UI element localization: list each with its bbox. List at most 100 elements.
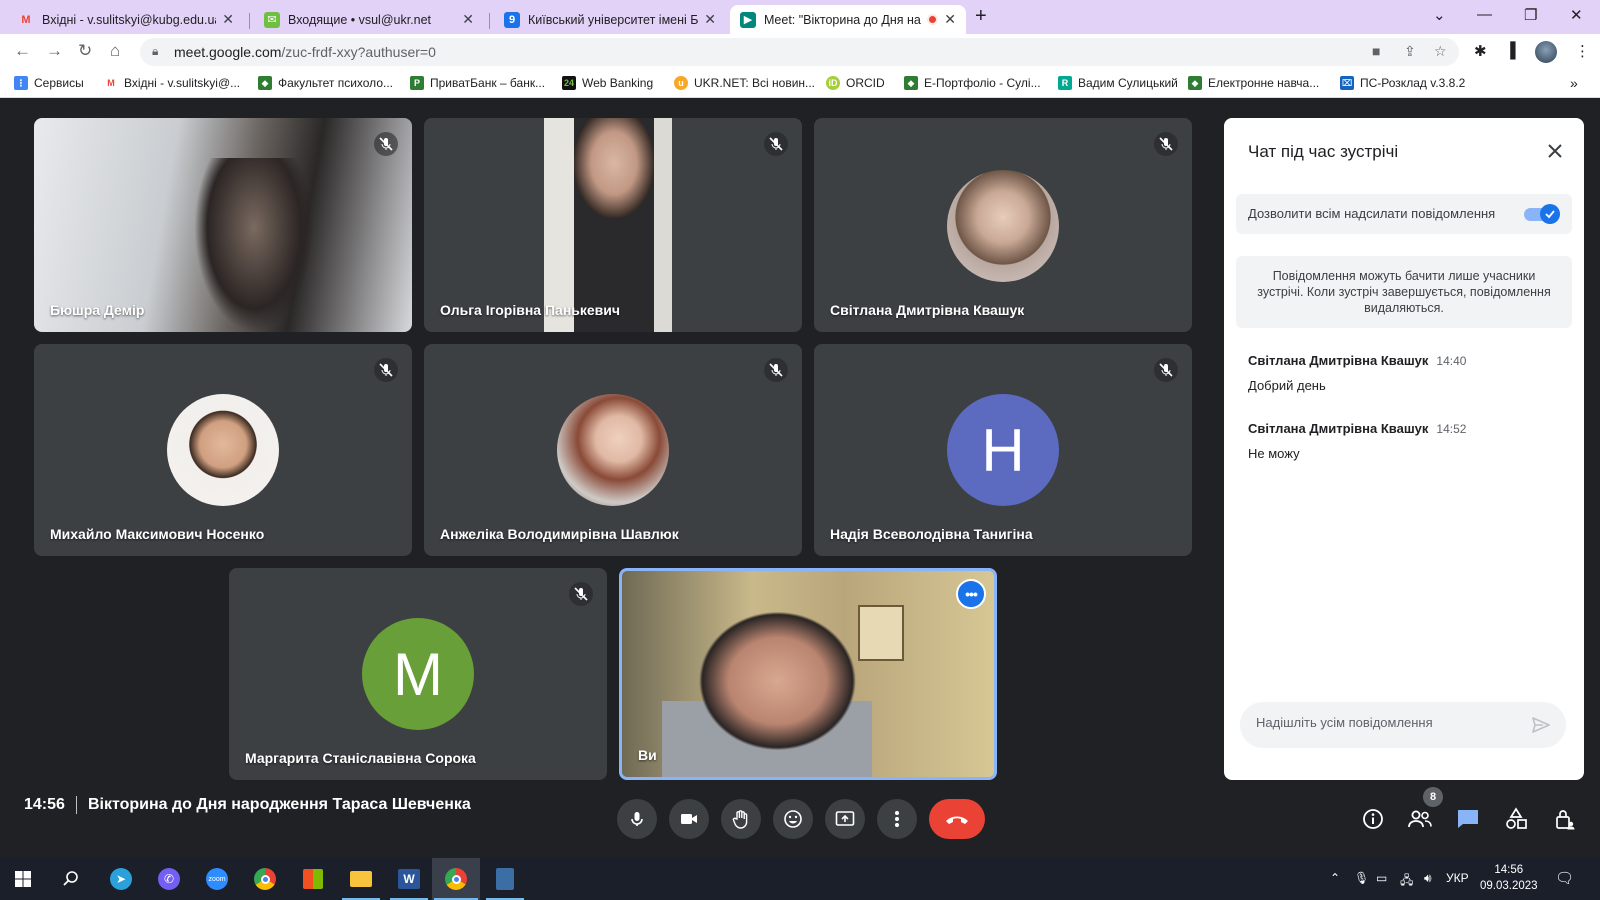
chrome-icon[interactable] xyxy=(443,866,469,892)
bookmark-item[interactable]: ⌧ ПС-Розклад v.3.8.2 xyxy=(1340,76,1465,90)
forward-arrow-icon[interactable]: → xyxy=(46,41,63,61)
zoom-icon[interactable]: zoom xyxy=(204,866,230,892)
reactions-button[interactable] xyxy=(773,799,813,839)
participant-tile[interactable]: Н Надія Всеволодівна Танигіна xyxy=(814,344,1192,556)
share-icon[interactable]: ⇪ xyxy=(1404,43,1416,60)
bookmark-item[interactable]: M Вхідні - v.sulitskyi@... xyxy=(104,76,240,90)
bookmark-label: ПС-Розклад v.3.8.2 xyxy=(1360,76,1466,90)
chat-message: Світлана Дмитрівна Квашук 14:52 Не можу xyxy=(1248,420,1558,461)
more-options-icon[interactable]: ••• xyxy=(956,579,986,609)
raise-hand-button[interactable] xyxy=(721,799,761,839)
reload-icon[interactable]: ↻ xyxy=(78,41,92,61)
participant-tile[interactable]: Світлана Дмитрівна Квашук xyxy=(814,118,1192,332)
bookmark-label: Вхідні - v.sulitskyi@... xyxy=(124,76,241,90)
bookmark-item[interactable]: ◆ Електронне навча... xyxy=(1188,76,1319,90)
tab-kubg[interactable]: 9 Київський університет імені Бор ✕ xyxy=(494,5,726,34)
restore-icon[interactable]: ❐ xyxy=(1524,6,1537,24)
hand-icon xyxy=(732,810,748,829)
profile-avatar[interactable] xyxy=(1535,41,1557,63)
participant-name: Ольга Ігорівна Панькевич xyxy=(440,302,621,318)
orcid-icon: iD xyxy=(826,76,840,90)
tab-meet[interactable]: ▶ Meet: "Вікторина до Дня на ✕ xyxy=(730,5,966,34)
chat-button[interactable] xyxy=(1455,806,1481,832)
meeting-time: 14:56 xyxy=(24,796,65,813)
notifications-icon[interactable]: 🗨︎ xyxy=(1555,869,1574,887)
microphone-button[interactable] xyxy=(617,799,657,839)
address-bar[interactable]: 🔒︎ meet.google.com/zuc-frdf-xxy?authuser… xyxy=(140,38,1459,66)
close-icon[interactable] xyxy=(1542,138,1568,164)
bookmark-star-icon[interactable]: ☆ xyxy=(1434,43,1447,60)
participant-tile[interactable]: М Маргарита Станіславівна Сорока xyxy=(229,568,607,780)
calculator-icon[interactable] xyxy=(492,866,518,892)
people-icon xyxy=(1408,810,1432,828)
bookmark-item[interactable]: u UKR.NET: Всі новин... xyxy=(674,76,815,90)
chrome-icon[interactable] xyxy=(252,866,278,892)
bookmark-item[interactable]: P ПриватБанк – банк... xyxy=(410,76,545,90)
send-icon[interactable] xyxy=(1530,714,1552,736)
minimize-icon[interactable]: — xyxy=(1477,6,1492,23)
leave-call-button[interactable] xyxy=(929,799,985,839)
participant-tile[interactable]: Анжеліка Володимирівна Шавлюк xyxy=(424,344,802,556)
search-icon[interactable] xyxy=(58,866,84,892)
network-icon[interactable]: 🖧︎ xyxy=(1400,871,1413,892)
extensions-icon[interactable]: ✱ xyxy=(1474,42,1487,60)
battery-icon[interactable]: ▭ xyxy=(1376,871,1387,885)
self-video-tile[interactable]: ••• Ви xyxy=(619,568,997,780)
back-arrow-icon[interactable]: ← xyxy=(14,41,31,61)
telegram-icon[interactable]: ➤ xyxy=(108,866,134,892)
system-clock[interactable]: 14:56 09.03.2023 xyxy=(1480,862,1538,894)
meeting-title: Вікторина до Дня народження Тараса Шевче… xyxy=(88,796,471,813)
tray-chevron-icon[interactable]: ⌃ xyxy=(1330,871,1340,885)
participant-tile[interactable]: Михайло Максимович Носенко xyxy=(34,344,412,556)
bookmark-item[interactable]: 24 Web Banking xyxy=(562,76,653,90)
bookmark-label: Вадим Сулицький xyxy=(1078,76,1178,90)
participants-button[interactable] xyxy=(1407,806,1433,832)
participant-name: Анжеліка Володимирівна Шавлюк xyxy=(440,526,679,542)
bookmark-item[interactable]: ◆ Факультет психоло... xyxy=(258,76,393,90)
input-language[interactable]: УКР xyxy=(1446,871,1469,885)
bookmark-item[interactable]: ⋮ Сервисы xyxy=(14,76,84,90)
file-explorer-icon[interactable] xyxy=(348,866,374,892)
more-bookmarks-icon[interactable]: » xyxy=(1570,75,1578,91)
new-tab-icon[interactable]: + xyxy=(975,5,987,28)
tab-ukrnet-mail[interactable]: ✉ Входящие • vsul@ukr.net ✕ xyxy=(254,5,484,34)
camera-button[interactable] xyxy=(669,799,709,839)
message-sender: Світлана Дмитрівна Квашук xyxy=(1248,353,1429,368)
bookmark-item[interactable]: R Вадим Сулицький xyxy=(1058,76,1178,90)
close-tab-icon[interactable]: ✕ xyxy=(704,11,716,28)
more-options-button[interactable] xyxy=(877,799,917,839)
close-tab-icon[interactable]: ✕ xyxy=(944,11,956,28)
bookmark-item[interactable]: iD ORCID xyxy=(826,76,885,90)
bookmark-item[interactable]: ◆ Е-Портфоліо - Cулі... xyxy=(904,76,1041,90)
shapes-icon xyxy=(1506,807,1527,829)
menu-dots-icon[interactable]: ⋮ xyxy=(1575,42,1590,60)
home-icon[interactable]: ⌂ xyxy=(110,41,120,61)
volume-icon[interactable]: 🔊︎ xyxy=(1424,871,1432,886)
windows-start-icon[interactable] xyxy=(10,866,36,892)
close-tab-icon[interactable]: ✕ xyxy=(222,11,234,28)
chat-message-input[interactable] xyxy=(1256,715,1516,730)
present-to-all-icon xyxy=(835,811,855,826)
store-icon[interactable] xyxy=(300,866,326,892)
message-text: Добрий день xyxy=(1248,378,1326,393)
activities-button[interactable] xyxy=(1503,806,1529,832)
present-screen-button[interactable] xyxy=(825,799,865,839)
participant-tile[interactable]: Ольга Ігорівна Панькевич xyxy=(424,118,802,332)
bookmark-label: ORCID xyxy=(846,76,885,90)
allow-messages-toggle[interactable] xyxy=(1524,204,1560,224)
participant-tile[interactable]: Бюшра Демір xyxy=(34,118,412,332)
tab-gmail-kubg[interactable]: M Вхідні - v.sulitskyi@kubg.edu.ua ✕ xyxy=(8,5,244,34)
close-tab-icon[interactable]: ✕ xyxy=(462,11,474,28)
side-panel-icon[interactable]: ▐ xyxy=(1505,42,1516,59)
mic-off-icon xyxy=(764,358,788,382)
tab-search-chevron-icon[interactable]: ⌄ xyxy=(1433,6,1446,24)
close-window-icon[interactable]: ✕ xyxy=(1570,6,1583,24)
meeting-details-button[interactable] xyxy=(1360,806,1386,832)
microphone-tray-icon[interactable]: 🎙︎ xyxy=(1354,871,1369,885)
viber-icon[interactable]: ✆ xyxy=(156,866,182,892)
browser-toolbar: ← → ↻ ⌂ 🔒︎ meet.google.com/zuc-frdf-xxy?… xyxy=(0,34,1600,70)
camera-in-use-icon[interactable]: ■ xyxy=(1372,43,1380,59)
word-icon[interactable]: W xyxy=(396,866,422,892)
host-controls-button[interactable] xyxy=(1551,806,1577,832)
recording-icon xyxy=(927,14,939,25)
